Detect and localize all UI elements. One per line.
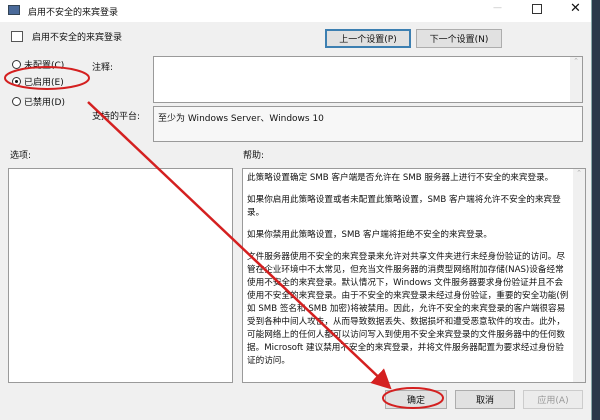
highlight-ellipse-ok: [382, 387, 444, 409]
annotation-overlay: [4, 66, 444, 409]
annotation-arrow: [87, 101, 392, 390]
highlight-ellipse-enabled: [4, 66, 90, 90]
